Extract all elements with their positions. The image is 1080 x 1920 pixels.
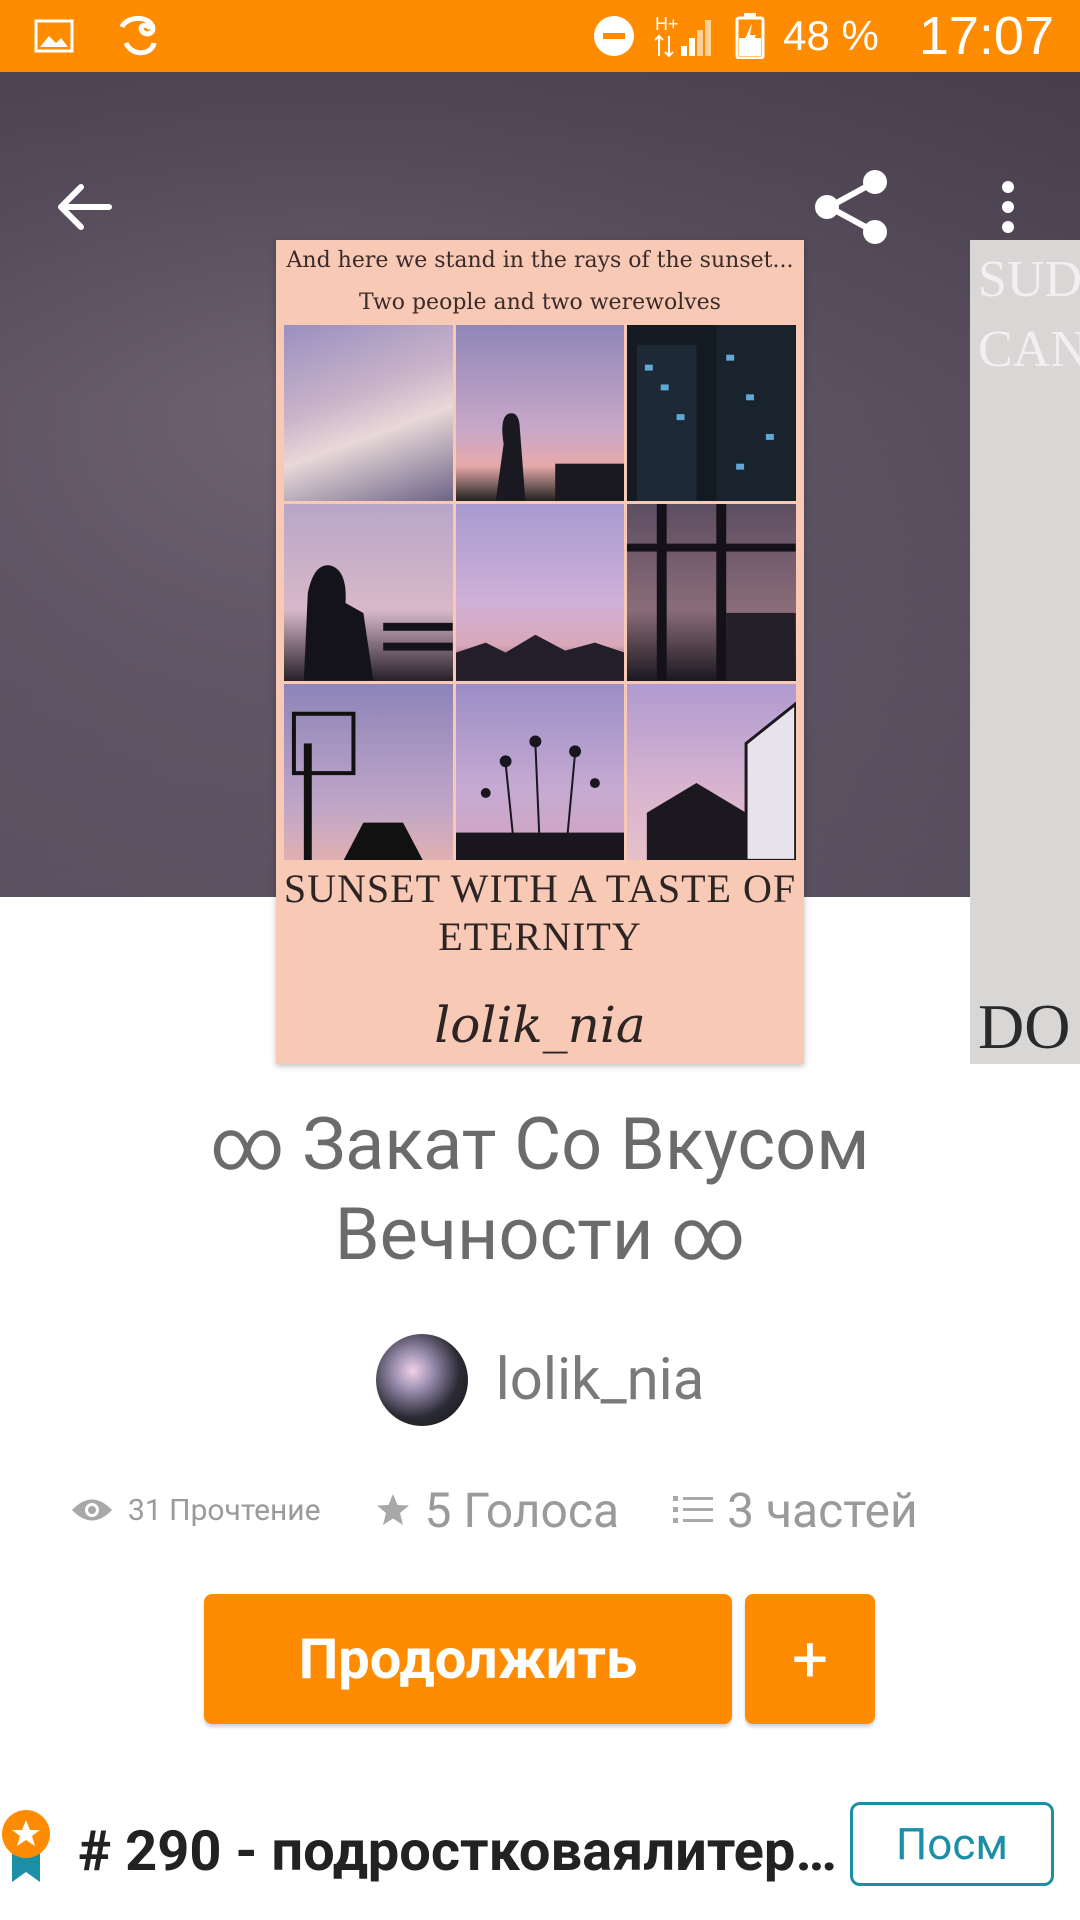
author-link[interactable]: lolik_nia bbox=[0, 1330, 1080, 1430]
view-ranking-button[interactable]: Посм bbox=[850, 1802, 1054, 1886]
battery-icon bbox=[735, 13, 765, 59]
parts-count: 3 частей bbox=[727, 1481, 918, 1539]
eye-icon bbox=[72, 1499, 112, 1521]
story-cover[interactable]: And here we stand in the rays of the sun… bbox=[276, 240, 804, 1064]
cover-photo bbox=[627, 683, 796, 860]
back-arrow-icon bbox=[58, 184, 112, 230]
status-bar: H+ 48 % 17:07 bbox=[0, 0, 1080, 72]
svg-text:H+: H+ bbox=[655, 14, 679, 34]
cover-photo bbox=[455, 683, 625, 860]
parts-stat: 3 частей bbox=[673, 1482, 918, 1539]
battery-percent: 48 % bbox=[783, 12, 879, 59]
continue-reading-button[interactable]: Продолжить bbox=[204, 1594, 732, 1724]
ranking-badge-icon bbox=[0, 1808, 56, 1888]
cover-tagline-2: Two people and two werewolves bbox=[359, 290, 721, 315]
story-title-line1: ∞ Закат Со Вкусом bbox=[210, 1102, 870, 1187]
cover-photo-grid bbox=[284, 325, 796, 860]
cover-photo bbox=[284, 325, 453, 502]
star-icon bbox=[376, 1494, 409, 1525]
cover-tagline-1: And here we stand in the rays of the sun… bbox=[286, 248, 794, 273]
cover-photo bbox=[284, 504, 453, 681]
votes-count: 5 Голоса bbox=[424, 1481, 620, 1539]
cover-photo bbox=[455, 504, 625, 681]
clock: 17:07 bbox=[918, 6, 1054, 66]
ranking-text: # 290 - подростковаялитер... bbox=[78, 1818, 838, 1884]
do-not-disturb-icon bbox=[593, 15, 635, 57]
gallery-notification-icon bbox=[34, 19, 74, 53]
next-cover-text-2: CAN bbox=[978, 321, 1080, 378]
story-stats: 31 Прочтение 5 Голоса 3 частей bbox=[70, 1470, 1030, 1550]
cover-photo bbox=[455, 325, 625, 502]
cover-author: lolik_nia bbox=[434, 996, 646, 1054]
story-title: ∞ Закат Со Вкусом Вечности ∞ bbox=[60, 1100, 1020, 1280]
avatar[interactable] bbox=[375, 1334, 468, 1426]
list-icon bbox=[673, 1496, 714, 1523]
reads-stat: 31 Прочтение bbox=[70, 1493, 321, 1528]
votes-stat: 5 Голоса bbox=[375, 1481, 620, 1539]
share-icon bbox=[815, 170, 887, 244]
share-button[interactable] bbox=[796, 152, 906, 262]
story-title-line2: Вечности ∞ bbox=[334, 1192, 746, 1277]
add-to-library-button[interactable]: + bbox=[745, 1594, 875, 1724]
more-vert-icon bbox=[1002, 181, 1014, 233]
reads-count: 31 Прочтение bbox=[128, 1492, 321, 1528]
next-cover-text-3: DO bbox=[978, 991, 1071, 1062]
signal-icon: H+ bbox=[653, 12, 717, 60]
cover-photo bbox=[627, 325, 796, 502]
cover-title: SUNSET WITH A TASTE OF ETERNITY bbox=[276, 865, 804, 961]
next-story-cover[interactable]: SUD CAN DO bbox=[970, 240, 1080, 1064]
app-notification-icon bbox=[112, 13, 162, 59]
cover-title-line2: ETERNITY bbox=[438, 914, 642, 959]
cover-photo bbox=[627, 504, 796, 681]
ranking-row: # 290 - подростковаялитер... Посм bbox=[0, 1800, 1080, 1900]
cover-photo bbox=[284, 683, 453, 860]
next-cover-text-1: SUD bbox=[978, 251, 1080, 308]
author-name[interactable]: lolik_nia bbox=[496, 1346, 705, 1414]
back-button[interactable] bbox=[30, 152, 140, 262]
cover-title-line1: SUNSET WITH A TASTE OF bbox=[283, 866, 797, 911]
